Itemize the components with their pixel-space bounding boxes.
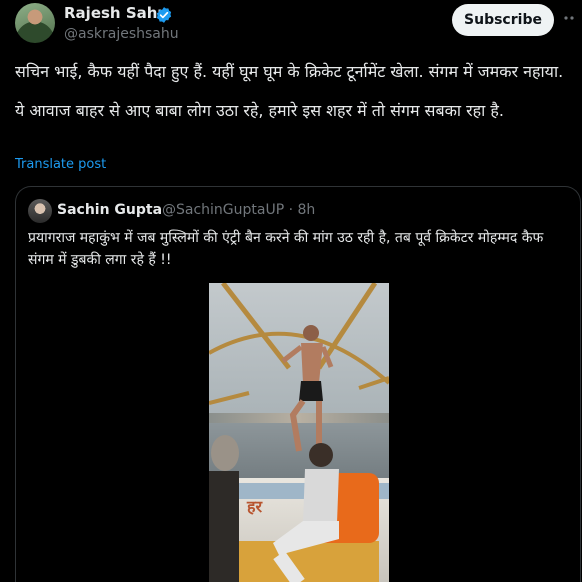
translate-post-link[interactable]: Translate post	[15, 157, 106, 172]
seated-person-image	[273, 443, 339, 582]
quote-handle-time: @SachinGuptaUP · 8h	[162, 202, 316, 218]
author-name[interactable]: Rajesh Sahu	[64, 4, 168, 22]
post-paragraph-2: ये आवाज बाहर से आए बाबा लोग उठा रहे, हमा…	[15, 101, 504, 120]
quote-author-name: Sachin Gupta	[57, 202, 163, 218]
more-icon[interactable]	[562, 8, 580, 28]
boat-paint-text: हर	[247, 497, 263, 516]
post-paragraph-1: सचिन भाई, कैफ यहीं पैदा हुए हैं. यहीं घू…	[15, 62, 564, 81]
author-handle[interactable]: @askrajeshsahu	[64, 26, 179, 42]
author-avatar[interactable]	[15, 3, 55, 43]
left-person-image	[209, 435, 239, 582]
subscribe-button[interactable]: Subscribe	[452, 4, 554, 36]
quote-avatar	[28, 199, 52, 223]
video-player[interactable]: हर	[209, 283, 389, 582]
verified-badge-icon	[156, 7, 172, 23]
standing-person-image	[281, 325, 334, 452]
post-text: सचिन भाई, कैफ यहीं पैदा हुए हैं. यहीं घू…	[15, 58, 570, 125]
quoted-post[interactable]: Sachin Gupta @SachinGuptaUP · 8h प्रयागर…	[15, 186, 581, 582]
quote-text: प्रयागराज महाकुंभ में जब मुस्लिमों की एं…	[28, 230, 544, 268]
